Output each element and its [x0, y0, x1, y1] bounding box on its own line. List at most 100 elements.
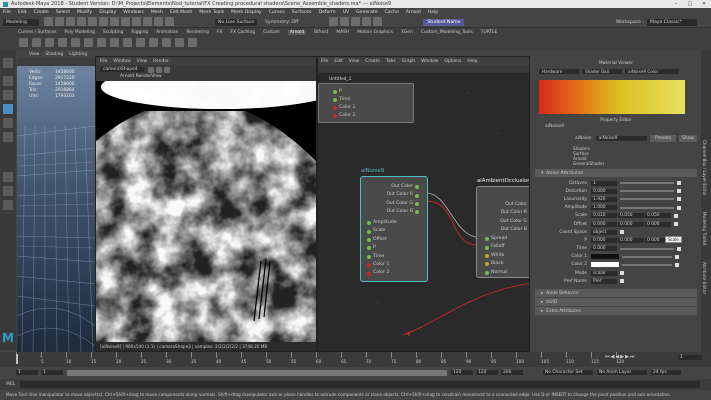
port-row[interactable]: Color 2 [367, 269, 397, 277]
save-icon[interactable] [55, 16, 64, 26]
port-dot-icon[interactable] [367, 271, 371, 276]
port-dot-icon[interactable] [485, 270, 489, 275]
node-menu-graph[interactable]: Graph [402, 59, 415, 64]
camera-dropdown[interactable]: camera\Shape4 [100, 67, 144, 72]
side-tab[interactable]: Attribute Editor [702, 262, 707, 294]
menu-deform[interactable]: Deform [319, 10, 336, 15]
port-dot-icon[interactable] [485, 254, 489, 259]
menu-cache[interactable]: Cache [385, 10, 399, 15]
port-dot-icon[interactable] [367, 263, 371, 268]
current-frame-field[interactable]: 1 [678, 355, 702, 360]
mel-label[interactable]: MEL [6, 382, 20, 387]
port-dot-icon[interactable] [415, 185, 419, 190]
viewport-menu-view[interactable]: View [29, 52, 39, 57]
color-swatch[interactable] [591, 254, 619, 260]
shelf-tab-animation[interactable]: Animation [156, 30, 178, 35]
shape-dropdown[interactable]: Shader Ball [582, 69, 622, 74]
port-row[interactable]: Out Color R [386, 191, 419, 199]
menu-create[interactable]: Create [34, 10, 49, 15]
shelf-tool-icon[interactable] [136, 38, 145, 47]
command-input[interactable] [20, 381, 700, 388]
port-dot-icon[interactable] [415, 202, 419, 207]
map-button-icon[interactable] [620, 271, 624, 276]
go-end-icon[interactable]: ⏭ [630, 354, 635, 360]
port-row[interactable]: Spread [485, 235, 508, 243]
map-button-icon[interactable] [674, 213, 678, 218]
shelf-tab-rigging[interactable]: Rigging [131, 30, 148, 35]
map-button-icon[interactable] [677, 197, 681, 202]
attribute-field[interactable]: 0.000 [645, 221, 671, 227]
port-row[interactable]: P [333, 88, 355, 96]
port-row[interactable]: P [367, 244, 397, 252]
color-slider[interactable] [622, 255, 672, 258]
node-menu-help[interactable]: Help [467, 59, 477, 64]
scale-tool-icon[interactable] [3, 132, 13, 142]
shelf-tab-turtle[interactable]: TURTLE [481, 30, 498, 35]
attribute-field[interactable]: 0.000 [591, 237, 617, 243]
range-end-field[interactable]: 120 [476, 370, 498, 375]
port-dot-icon[interactable] [333, 114, 337, 118]
menu-file[interactable]: File [3, 10, 11, 15]
collapsed-section-header[interactable]: ▸ Node Behavior [535, 289, 697, 298]
side-tab[interactable]: Channel Box / Layer Editor [702, 140, 707, 196]
shelf-tool-icon[interactable] [32, 38, 41, 47]
snap-grid-icon[interactable] [121, 16, 130, 26]
port-row[interactable]: Color 1 [367, 261, 397, 269]
port-row[interactable]: Offset [367, 236, 397, 244]
render-settings-icon[interactable] [351, 16, 361, 26]
snap-curve-icon[interactable] [132, 16, 141, 26]
redo-icon[interactable] [77, 16, 86, 26]
menu-mesh-tools[interactable]: Mesh Tools [199, 10, 224, 15]
viewport-scene[interactable]: Verts: 1458600 Edges: 2917220 Faces: 1458600 T… [17, 66, 95, 352]
attribute-field[interactable]: scalar [591, 270, 617, 276]
shelf-tab-rendering[interactable]: Rendering [186, 30, 208, 35]
port-row[interactable]: Out Color [500, 201, 529, 209]
refresh-icon[interactable] [164, 66, 170, 73]
attribute-field[interactable]: 0.000 [591, 221, 617, 227]
shelf-tab-mash[interactable]: MASH [336, 30, 349, 35]
node-menu-edit[interactable]: Edit [334, 59, 343, 64]
snap-surface-icon[interactable] [165, 16, 174, 26]
port-dot-icon[interactable] [529, 212, 530, 216]
fps-dropdown[interactable]: 24 fps [651, 370, 681, 375]
attribute-field[interactable]: 1.000 [591, 205, 617, 211]
collapsed-section-header[interactable]: ▸ Extra Attributes [535, 307, 697, 316]
step-forward-icon[interactable]: ▶ [625, 354, 629, 360]
layout-single-icon[interactable] [3, 172, 13, 182]
shelf-tab-bifrost[interactable]: Bifrost [314, 30, 328, 35]
character-set-dropdown[interactable]: No Character Set [543, 370, 593, 375]
port-dot-icon[interactable] [529, 220, 530, 224]
viewport-menu-shading[interactable]: Shading [45, 52, 63, 57]
menu-modify[interactable]: Modify [77, 10, 92, 15]
timeline[interactable]: 1510152025303540455055606570758085909510… [0, 352, 711, 367]
symmetry-dropdown[interactable]: Symmetry: Off [265, 20, 298, 25]
attribute-slider[interactable] [620, 206, 674, 209]
menu-edit-mesh[interactable]: Edit Mesh [170, 10, 192, 15]
shelf-tab-curves-surfaces[interactable]: Curves / Surfaces [18, 30, 57, 35]
port-row[interactable]: Out Color G [386, 200, 419, 208]
render-play-icon[interactable] [148, 66, 154, 73]
port-dot-icon[interactable] [333, 106, 337, 110]
range-inner-end-field[interactable]: 120 [451, 370, 473, 375]
select-object-icon[interactable] [99, 16, 108, 26]
render-icon[interactable] [329, 16, 339, 26]
range-start-field[interactable]: 1 [16, 370, 38, 375]
range-inner-start-field[interactable]: 1 [41, 370, 63, 375]
folder-icon[interactable] [44, 16, 53, 26]
port-row[interactable]: Black [485, 260, 508, 268]
collapsed-section-header[interactable]: ▸ UUID [535, 298, 697, 307]
shelf-tab-xgen[interactable]: XGen [401, 30, 413, 35]
shelf-tool-icon[interactable] [123, 38, 132, 47]
node-menu-tabs[interactable]: Tabs [386, 59, 396, 64]
show-button[interactable]: Show [679, 134, 697, 142]
shelf-tool-icon[interactable] [175, 38, 184, 47]
color-slider[interactable] [622, 263, 672, 266]
play-forward-icon[interactable]: ▶ [620, 354, 624, 360]
map-button-icon[interactable] [675, 254, 679, 259]
shelf-tab-fx[interactable]: FX [217, 30, 223, 35]
render-menu-view[interactable]: View [137, 59, 147, 64]
attribute-slider[interactable] [620, 198, 674, 201]
shelf-tool-icon[interactable] [84, 38, 93, 47]
range-bar[interactable] [67, 369, 447, 376]
shelf-tool-icon[interactable] [58, 38, 67, 47]
